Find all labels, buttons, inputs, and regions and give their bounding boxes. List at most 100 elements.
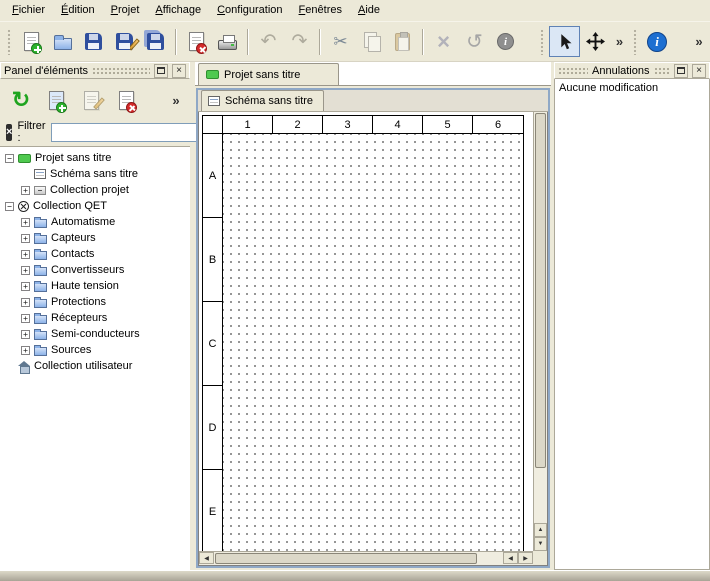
copy-button[interactable] bbox=[356, 26, 387, 57]
tree-item-automatisme[interactable]: + Automatisme bbox=[0, 214, 190, 230]
save-as-button[interactable] bbox=[109, 26, 140, 57]
dock-drag-handle[interactable] bbox=[654, 67, 671, 75]
toolbar-overflow-button[interactable]: » bbox=[691, 26, 707, 57]
undo-dock-titlebar[interactable]: Annulations × bbox=[554, 62, 710, 79]
undo-history-list[interactable]: Aucune modification bbox=[554, 79, 710, 570]
reload-collections-button[interactable]: ↻ bbox=[5, 84, 37, 116]
expand-icon[interactable]: + bbox=[21, 298, 30, 307]
clear-filter-button[interactable]: × bbox=[6, 124, 12, 141]
folder-icon bbox=[34, 235, 47, 244]
tree-item-haute-tension[interactable]: + Haute tension bbox=[0, 278, 190, 294]
horizontal-scrollbar-thumb[interactable] bbox=[215, 553, 477, 564]
dock-drag-handle[interactable] bbox=[92, 67, 150, 75]
menu-projet[interactable]: Projet bbox=[103, 0, 148, 21]
expand-icon[interactable]: + bbox=[21, 186, 30, 195]
tree-item-sources[interactable]: + Sources bbox=[0, 342, 190, 358]
horizontal-scrollbar[interactable]: ◀ ◀ ▶ bbox=[199, 551, 533, 565]
menu-edition[interactable]: Édition bbox=[53, 0, 103, 21]
scroll-up-button[interactable]: ▲ bbox=[534, 523, 547, 537]
expand-icon[interactable]: + bbox=[21, 250, 30, 259]
left-splitter[interactable] bbox=[190, 62, 194, 570]
open-folder-icon bbox=[54, 38, 72, 50]
filter-input[interactable] bbox=[51, 123, 201, 142]
collapse-icon[interactable]: − bbox=[5, 154, 14, 163]
dock-close-button[interactable]: × bbox=[692, 64, 706, 78]
dock-float-button[interactable] bbox=[674, 64, 688, 78]
scroll-down-button[interactable]: ▼ bbox=[534, 537, 547, 551]
about-button[interactable]: i bbox=[642, 26, 673, 57]
menu-fichier[interactable]: Fichier bbox=[4, 0, 53, 21]
save-button[interactable] bbox=[78, 26, 109, 57]
new-element-icon bbox=[49, 91, 64, 110]
expand-icon[interactable]: + bbox=[21, 314, 30, 323]
tree-item-contacts[interactable]: + Contacts bbox=[0, 246, 190, 262]
dock-close-button[interactable]: × bbox=[172, 64, 186, 78]
edit-element-icon bbox=[84, 91, 99, 110]
scroll-left-button-2[interactable]: ◀ bbox=[503, 552, 518, 564]
move-tool-button[interactable] bbox=[580, 26, 611, 57]
project-icon bbox=[18, 154, 31, 163]
tree-item-collection-qet[interactable]: − Collection QET bbox=[0, 198, 190, 214]
menu-fenetres[interactable]: Fenêtres bbox=[291, 0, 350, 21]
vertical-scrollbar-thumb[interactable] bbox=[535, 113, 546, 468]
tools-overflow-button[interactable]: » bbox=[611, 26, 629, 57]
tree-item-label: Contacts bbox=[51, 248, 94, 260]
tree-item-recepteurs[interactable]: + Récepteurs bbox=[0, 310, 190, 326]
tree-item-protections[interactable]: + Protections bbox=[0, 294, 190, 310]
scroll-right-button[interactable]: ▶ bbox=[518, 552, 533, 564]
expand-icon[interactable]: + bbox=[21, 266, 30, 275]
menu-configuration[interactable]: Configuration bbox=[209, 0, 290, 21]
toolbar-drag-handle[interactable] bbox=[7, 29, 12, 55]
new-file-button[interactable] bbox=[16, 26, 47, 57]
drawing-canvas[interactable] bbox=[223, 134, 523, 554]
tree-item-collection-projet[interactable]: + Collection projet bbox=[0, 182, 190, 198]
expand-icon[interactable]: + bbox=[21, 218, 30, 227]
dock-drag-handle[interactable] bbox=[558, 67, 588, 75]
menu-aide[interactable]: Aide bbox=[350, 0, 388, 21]
scroll-left-button[interactable]: ◀ bbox=[199, 552, 214, 564]
delete-element-button[interactable] bbox=[110, 84, 142, 116]
project-tab-label: Projet sans titre bbox=[224, 69, 300, 81]
open-file-button[interactable] bbox=[47, 26, 78, 57]
collection-icon bbox=[34, 186, 46, 195]
paste-button[interactable] bbox=[387, 26, 418, 57]
row-header: C bbox=[203, 302, 223, 386]
tab-projet-sans-titre[interactable]: Projet sans titre bbox=[198, 63, 339, 85]
undo-button[interactable]: ↶ bbox=[253, 26, 284, 57]
elements-panel-titlebar[interactable]: Panel d'éléments × bbox=[0, 62, 190, 79]
print-button[interactable] bbox=[212, 26, 243, 57]
save-as-icon bbox=[116, 33, 133, 50]
vertical-scrollbar[interactable]: ▲ ▼ bbox=[533, 112, 547, 551]
expand-icon[interactable]: + bbox=[21, 282, 30, 291]
close-file-button[interactable] bbox=[181, 26, 212, 57]
tree-item-capteurs[interactable]: + Capteurs bbox=[0, 230, 190, 246]
cut-button[interactable]: ✂ bbox=[325, 26, 356, 57]
tree-item-label: Collection QET bbox=[33, 200, 107, 212]
tree-item-projet-sans-titre[interactable]: − Projet sans titre bbox=[0, 150, 190, 166]
expand-icon[interactable]: + bbox=[21, 330, 30, 339]
menu-affichage[interactable]: Affichage bbox=[147, 0, 209, 21]
tab-schema-sans-titre[interactable]: Schéma sans titre bbox=[201, 90, 324, 111]
tree-item-convertisseurs[interactable]: + Convertisseurs bbox=[0, 262, 190, 278]
chevron-right-icon: » bbox=[172, 93, 179, 108]
toolbar-separator bbox=[319, 29, 321, 55]
panel-overflow-button[interactable]: » bbox=[167, 84, 185, 116]
help-toolbar-drag-handle[interactable] bbox=[633, 29, 638, 55]
tools-toolbar-drag-handle[interactable] bbox=[540, 29, 545, 55]
tree-item-semi-conducteurs[interactable]: + Semi-conducteurs bbox=[0, 326, 190, 342]
dock-float-button[interactable] bbox=[154, 64, 168, 78]
rotate-button[interactable]: ↺ bbox=[459, 26, 490, 57]
tree-item-schema-sans-titre[interactable]: Schéma sans titre bbox=[0, 166, 190, 182]
delete-button[interactable]: × bbox=[428, 26, 459, 57]
edit-element-button[interactable] bbox=[75, 84, 107, 116]
collapse-icon[interactable]: − bbox=[5, 202, 14, 211]
expand-icon[interactable]: + bbox=[21, 234, 30, 243]
save-all-button[interactable] bbox=[140, 26, 171, 57]
expand-icon[interactable]: + bbox=[21, 346, 30, 355]
pencil-icon bbox=[93, 97, 105, 109]
project-info-button[interactable]: i bbox=[490, 26, 521, 57]
tree-item-collection-utilisateur[interactable]: Collection utilisateur bbox=[0, 358, 190, 374]
select-tool-button[interactable] bbox=[549, 26, 580, 57]
new-element-button[interactable] bbox=[40, 84, 72, 116]
redo-button[interactable]: ↷ bbox=[284, 26, 315, 57]
